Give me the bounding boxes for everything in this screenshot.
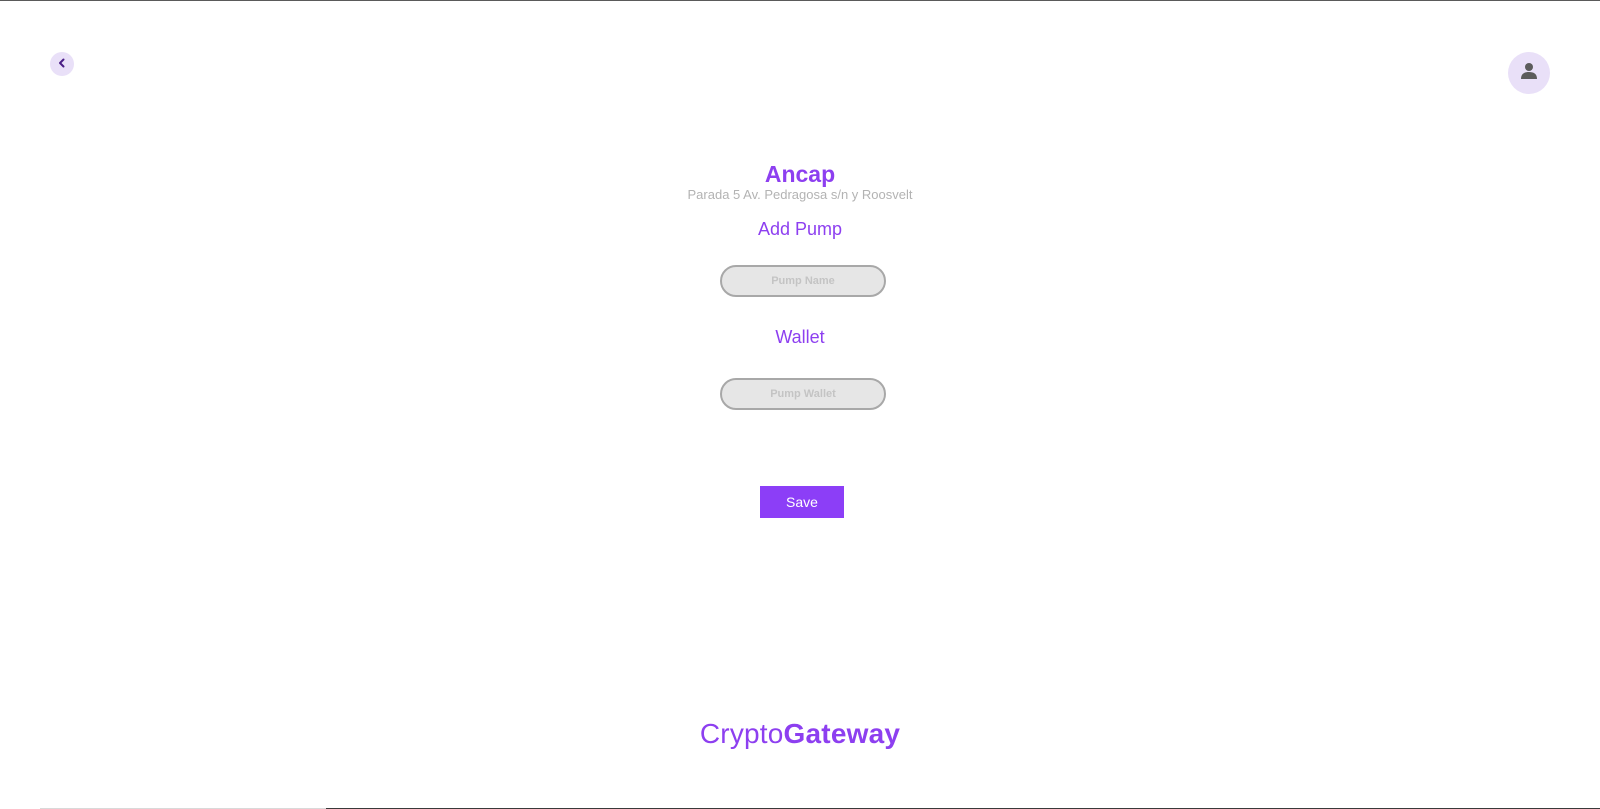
back-button[interactable]: [50, 52, 74, 76]
chevron-left-icon: [57, 55, 67, 73]
pump-wallet-input[interactable]: [720, 378, 886, 410]
station-address: Parada 5 Av. Pedragosa s/n y Roosvelt: [687, 187, 913, 202]
crypto-gateway-logo: CryptoGateway: [0, 717, 1600, 751]
add-pump-page: Ancap Parada 5 Av. Pedragosa s/n y Roosv…: [0, 0, 1600, 809]
pump-name-input[interactable]: [720, 265, 886, 297]
user-icon: [1521, 62, 1537, 85]
user-avatar-button[interactable]: [1508, 52, 1550, 94]
save-button[interactable]: Save: [760, 486, 844, 518]
station-name: Ancap: [764, 161, 836, 187]
brand-bold-text: Gateway: [783, 718, 901, 749]
add-pump-heading: Add Pump: [757, 219, 843, 239]
brand-light-text: Crypto: [699, 718, 784, 749]
wallet-heading: Wallet: [775, 327, 825, 347]
